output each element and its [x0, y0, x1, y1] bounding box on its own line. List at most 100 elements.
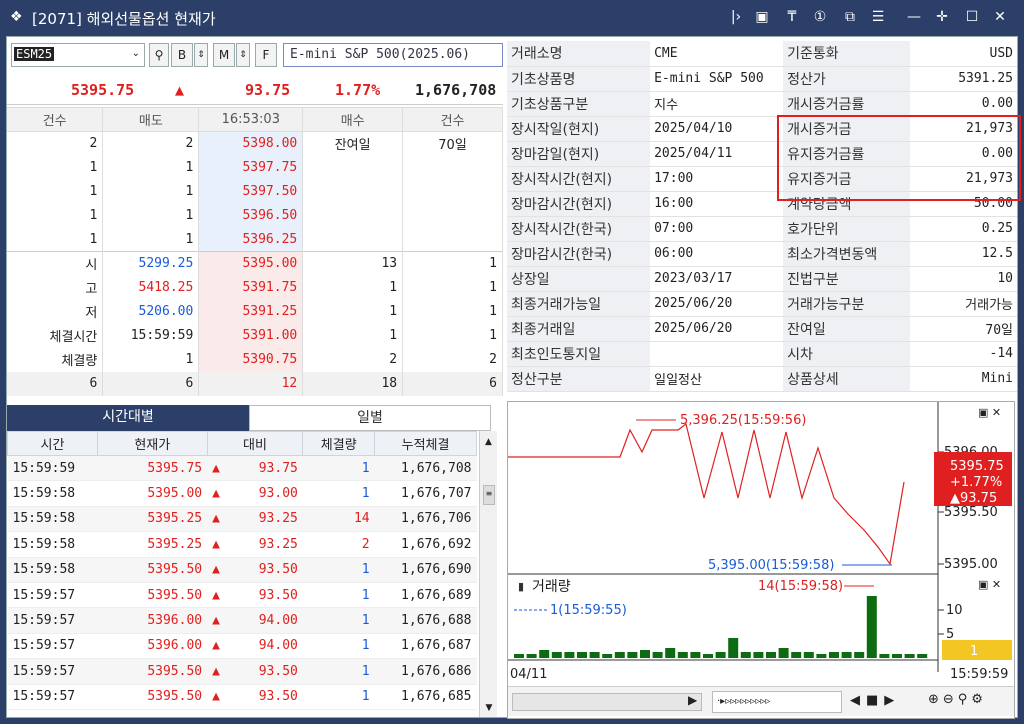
table-row[interactable]: 15:59:58 5395.00 ▲ 93.00 1 1,676,707 [7, 480, 477, 507]
ob-remain-value: 70일 [402, 131, 503, 156]
ask-row[interactable]: 1 1 5396.25 [7, 227, 503, 252]
m-stepper-icon[interactable]: ⇕ [236, 43, 250, 67]
tick-price: 5396.00 [97, 607, 208, 634]
ask-row[interactable]: 1 1 5397.75 [7, 155, 503, 180]
info-value: CME [650, 41, 784, 67]
table-row[interactable]: 15:59:59 5395.75 ▲ 93.75 1 1,676,708 [7, 455, 477, 482]
ob-remain-value [402, 155, 503, 180]
tick-qty: 1 [302, 480, 375, 507]
table-row[interactable]: 15:59:57 5395.50 ▲ 93.50 1 1,676,689 [7, 582, 477, 609]
bid-row[interactable]: 시 5299.25 5395.00 13 1 [7, 251, 503, 276]
chevron-down-icon[interactable]: ⌄ [132, 48, 140, 59]
table-row[interactable]: 15:59:58 5395.50 ▲ 93.50 1 1,676,690 [7, 557, 477, 583]
m-button[interactable]: M [213, 43, 235, 67]
b-stepper-icon[interactable]: ⇕ [194, 43, 208, 67]
ask-qty: 1 [102, 203, 200, 228]
info-value: 일일정산 [650, 366, 784, 392]
table-row[interactable]: 15:59:57 5396.00 ▲ 94.00 1 1,676,688 [7, 607, 477, 634]
search-icon[interactable]: ⚲ [149, 43, 169, 67]
badge-change: ▲93.75 [950, 491, 997, 506]
screen-icon[interactable]: ▣ [752, 7, 772, 27]
main-window: ESM25 ⌄ ⚲ B ⇕ M ⇕ F E-mini S&P 500(2025.… [6, 36, 1021, 719]
bid-price[interactable]: 5395.00 [198, 251, 304, 276]
volume-bar [614, 652, 625, 658]
margin-highlight-box [777, 115, 1021, 201]
tab-daily[interactable]: 일별 [249, 405, 491, 431]
b-button[interactable]: B [171, 43, 193, 67]
bid-row[interactable]: 체결량 1 5390.75 2 2 [7, 347, 503, 372]
chart-scrollbar[interactable] [512, 693, 702, 711]
tick-time: 15:59:58 [7, 557, 98, 583]
tick-time: 15:59:57 [7, 582, 98, 609]
chart-maximize-icon[interactable]: ▣ ✕ [978, 406, 1001, 419]
volume-bar [728, 638, 739, 658]
ask-row[interactable]: 1 1 5396.50 [7, 203, 503, 228]
number-one-icon[interactable]: ① [810, 7, 830, 27]
volume-maximize-icon[interactable]: ▣ ✕ [978, 578, 1001, 591]
info-label: 정산구분 [507, 366, 651, 392]
bid-price[interactable]: 5391.75 [198, 275, 304, 300]
zoom-icons[interactable]: ⊕⊖⚲⚙ [928, 692, 987, 707]
info-label: 최소가격변동액 [783, 241, 911, 267]
ask-price[interactable]: 5396.50 [198, 203, 304, 228]
menu-list-icon[interactable]: ☰ [868, 7, 888, 27]
table-row[interactable]: 15:59:57 5395.50 ▲ 93.50 1 1,676,686 [7, 658, 477, 685]
tick-qty: 1 [302, 455, 375, 482]
maximize-icon[interactable]: ☐ [962, 7, 982, 27]
ask-row[interactable]: 2 2 5398.00 잔여일 70일 [7, 131, 503, 156]
scroll-up-icon[interactable]: ▲ [480, 437, 497, 447]
info-label: 호가단위 [783, 216, 911, 242]
move-icon[interactable]: ✛ [932, 7, 952, 27]
ob-total: 6 [102, 371, 200, 396]
ask-qty: 1 [102, 155, 200, 180]
code-select[interactable]: ESM25 ⌄ [11, 43, 145, 67]
info-row: 장마감시간(한국) 06:00 최소가격변동액 12.5 [507, 241, 1017, 267]
tick-price: 5395.25 [97, 531, 208, 558]
expand-panel-icon[interactable]: |› [726, 7, 746, 27]
ask-price[interactable]: 5396.25 [198, 227, 304, 252]
tick-scrollbar[interactable]: ▲ ≡ ▼ [479, 431, 497, 717]
table-row[interactable]: 15:59:58 5395.25 ▲ 93.25 14 1,676,706 [7, 506, 477, 533]
tick-change: ▲ 93.25 [207, 506, 303, 533]
tab-time[interactable]: 시간대별 [7, 405, 249, 431]
ask-row[interactable]: 1 1 5397.50 [7, 179, 503, 204]
volume-bar [904, 654, 915, 658]
search-toolbar: ESM25 ⌄ ⚲ B ⇕ M ⇕ F E-mini S&P 500(2025.… [11, 43, 503, 69]
ob-remain-value [402, 179, 503, 204]
table-row[interactable]: 15:59:57 5396.00 ▲ 94.00 1 1,676,687 [7, 633, 477, 660]
volume-bar [791, 652, 802, 658]
ask-price[interactable]: 5398.00 [198, 131, 304, 156]
pin-icon[interactable]: ₸ [782, 7, 802, 27]
volume-bar [892, 654, 902, 658]
current-price: 5395.75 [71, 81, 135, 99]
volume-title: 거래량 [532, 579, 571, 595]
bid-row[interactable]: 저 5206.00 5391.25 1 1 [7, 299, 503, 324]
zoom-slider[interactable]: ·▸▹▹▹▹▹▹▹▹▹ [712, 691, 842, 713]
bid-row[interactable]: 고 5418.25 5391.75 1 1 [7, 275, 503, 300]
tick-price: 5395.50 [97, 582, 208, 609]
playback-icons[interactable]: ◀■▶ [850, 693, 900, 708]
scroll-down-icon[interactable]: ▼ [480, 703, 498, 713]
info-label: 상장일 [507, 266, 651, 292]
minimize-icon[interactable]: — [904, 7, 924, 27]
f-button[interactable]: F [255, 43, 277, 67]
info-row: 최종거래가능일 2025/06/20 거래가능구분 거래가능 [507, 291, 1017, 317]
table-row[interactable]: 15:59:57 5395.50 ▲ 93.50 1 1,676,685 [7, 684, 477, 710]
bid-price[interactable]: 5391.25 [198, 299, 304, 324]
tick-price: 5395.50 [97, 557, 208, 583]
bid-price[interactable]: 5391.00 [198, 323, 304, 348]
bid-count: 1 [402, 323, 503, 348]
ask-price[interactable]: 5397.50 [198, 179, 304, 204]
table-row[interactable]: 15:59:58 5395.25 ▲ 93.25 2 1,676,692 [7, 531, 477, 558]
scroll-right-icon[interactable]: ▶ [688, 693, 697, 707]
scroll-thumb[interactable]: ≡ [483, 485, 495, 505]
bid-price[interactable]: 5390.75 [198, 347, 304, 372]
ask-count: 1 [7, 227, 104, 252]
info-label: 정산가 [783, 66, 911, 92]
info-label: 시차 [783, 341, 911, 367]
bid-row[interactable]: 체결시간 15:59:59 5391.00 1 1 [7, 323, 503, 348]
close-icon[interactable]: ✕ [990, 7, 1010, 27]
ask-price[interactable]: 5397.75 [198, 155, 304, 180]
info-row: 장시작시간(한국) 07:00 호가단위 0.25 [507, 216, 1017, 242]
copy-window-icon[interactable]: ⧉ [840, 7, 860, 27]
